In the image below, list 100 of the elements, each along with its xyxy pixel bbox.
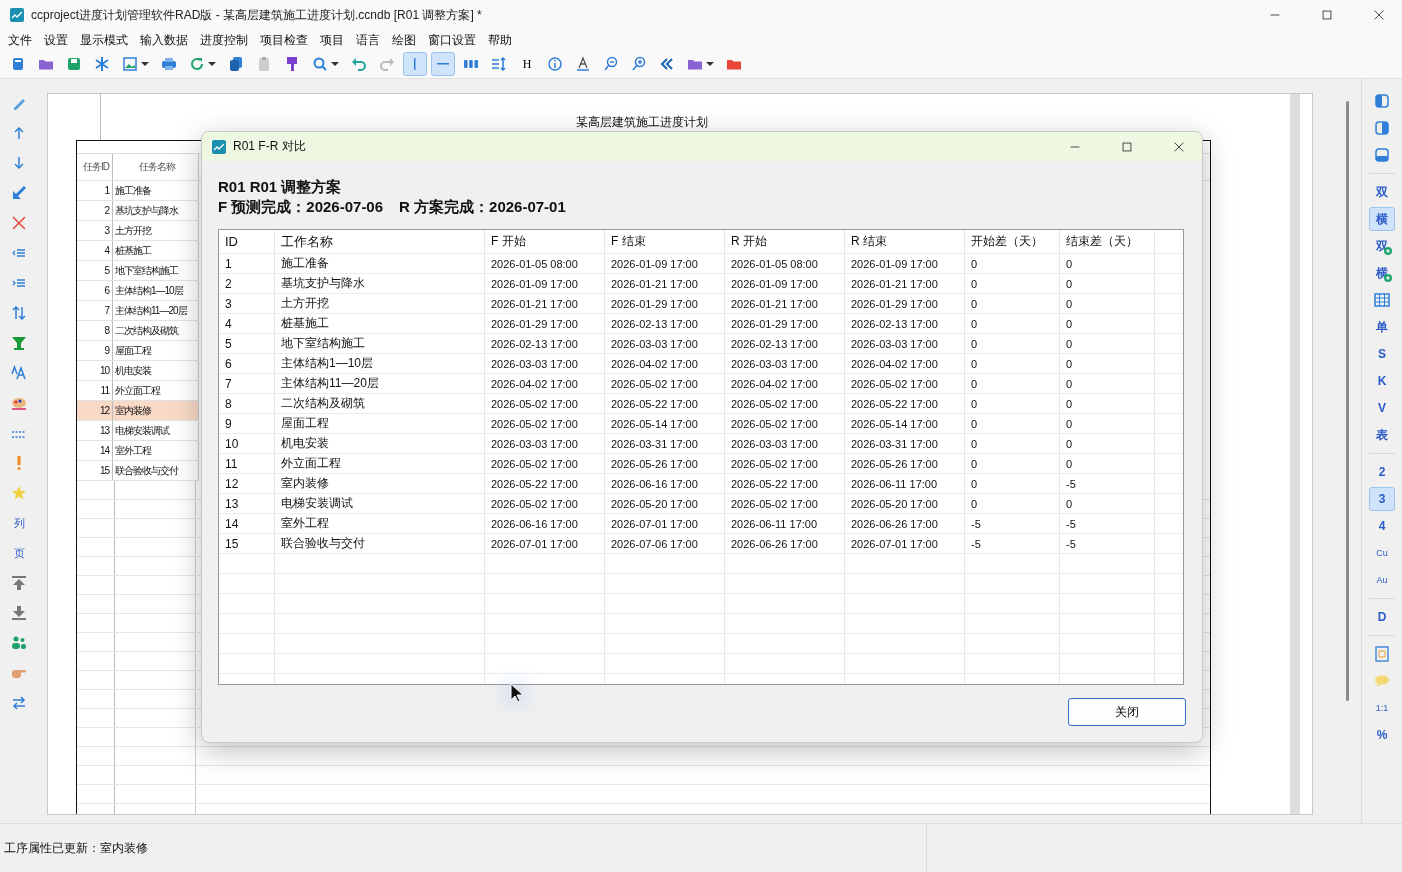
table-cell: 2026-01-29 17:00 xyxy=(845,294,965,313)
menu-item[interactable]: 绘图 xyxy=(386,30,422,50)
table-cell: 机电安装 xyxy=(113,361,199,380)
toolbar-text-button[interactable]: 单 xyxy=(1369,315,1395,339)
panel-bottom-icon xyxy=(1374,147,1390,163)
menu-item[interactable]: 窗口设置 xyxy=(422,30,482,50)
table-cell: 2026-04-02 17:00 xyxy=(725,374,845,393)
table-cell: 2026-03-03 17:00 xyxy=(725,434,845,453)
menu-item[interactable]: 帮助 xyxy=(482,30,518,50)
task-row[interactable]: 2 基坑支护与降水 xyxy=(77,201,199,221)
table-cell: 屋面工程 xyxy=(113,341,199,360)
toolbar-text-button[interactable]: 1:1 xyxy=(1369,696,1395,720)
menu-item[interactable]: 进度控制 xyxy=(194,30,254,50)
status-message: 工序属性已更新：室内装修 xyxy=(4,839,149,857)
menu-item[interactable]: 项目 xyxy=(314,30,350,50)
task-row[interactable]: 6 主体结构1—10层 xyxy=(77,281,199,301)
menu-item[interactable]: 项目检查 xyxy=(254,30,314,50)
toolbar-text-button[interactable]: K xyxy=(1369,369,1395,393)
task-row[interactable]: 13 电梯安装调试 xyxy=(77,421,199,441)
table-cell: 2026-04-02 17:00 xyxy=(605,354,725,373)
table-cell: 2026-02-13 17:00 xyxy=(725,334,845,353)
table-cell: 15 xyxy=(219,534,275,553)
table-cell: 主体结构11—20层 xyxy=(275,374,485,393)
table-cell: 14 xyxy=(219,514,275,533)
toolbar-text-button[interactable]: 4 xyxy=(1369,514,1395,538)
table-cell: 0 xyxy=(965,474,1060,493)
toolbar-text-button[interactable]: % xyxy=(1369,723,1395,747)
menu-item[interactable]: 输入数据 xyxy=(134,30,194,50)
task-row[interactable]: 14 室外工程 xyxy=(77,441,199,461)
table-cell: 2 xyxy=(219,274,275,293)
vertical-line-icon xyxy=(414,58,416,70)
task-row[interactable]: 8 二次结构及砌筑 xyxy=(77,321,199,341)
task-row[interactable]: 5 地下室结构施工 xyxy=(77,261,199,281)
menu-item[interactable]: 显示模式 xyxy=(74,30,134,50)
table-cell: 2026-06-26 17:00 xyxy=(845,514,965,533)
menu-item[interactable]: 语言 xyxy=(350,30,386,50)
move-to-top-icon xyxy=(11,575,27,591)
table-cell: 0 xyxy=(965,454,1060,473)
new-file-icon xyxy=(10,56,26,72)
table-cell: 2026-06-16 17:00 xyxy=(485,514,605,533)
app-logo-icon xyxy=(211,138,227,155)
table-cell: 主体结构1—10层 xyxy=(113,281,199,300)
paste-icon xyxy=(256,56,272,72)
table-cell: 9 xyxy=(219,414,275,433)
toolbar-text-button[interactable]: 表 xyxy=(1369,423,1395,447)
table-cell: 3 xyxy=(77,221,113,240)
redo-icon xyxy=(379,56,395,72)
table-cell: -5 xyxy=(1060,474,1155,493)
toolbar-text-button[interactable]: 横 xyxy=(1369,207,1395,231)
filter-icon xyxy=(11,335,27,351)
table-cell: 0 xyxy=(1060,394,1155,413)
window-title: ccproject进度计划管理软件RAD版 - 某高层建筑施工进度计划.ccndb [R01 调整方案] * xyxy=(31,6,482,24)
table-cell: 2 xyxy=(77,201,113,220)
table-cell: 2026-01-09 17:00 xyxy=(485,274,605,293)
table-cell: 0 xyxy=(965,394,1060,413)
toolbar-text-button[interactable]: Cu xyxy=(1369,541,1395,565)
table-cell: 6 xyxy=(77,281,113,300)
table-cell: 0 xyxy=(1060,414,1155,433)
table-cell: 2026-07-06 17:00 xyxy=(605,534,725,553)
toolbar-text-button[interactable]: D xyxy=(1369,605,1395,629)
toolbar-text-button[interactable]: 列 xyxy=(6,511,32,535)
table-cell: 0 xyxy=(1060,354,1155,373)
completion-date: R 方案完成：2026-07-01 xyxy=(399,197,566,217)
task-row[interactable]: 3 土方开挖 xyxy=(77,221,199,241)
task-row[interactable]: 9 屋面工程 xyxy=(77,341,199,361)
image-icon xyxy=(122,56,138,72)
table-cell: 2026-07-01 17:00 xyxy=(485,534,605,553)
table-cell: 室内装修 xyxy=(113,401,199,420)
scrollbar-thumb[interactable] xyxy=(1345,101,1349,701)
table-cell: 机电安装 xyxy=(275,434,485,453)
speech-bubble-icon xyxy=(1374,673,1390,689)
column-header: F 开始 xyxy=(485,230,605,253)
table-cell: 联合验收与交付 xyxy=(113,461,199,480)
toolbar-text-button[interactable]: 页 xyxy=(6,541,32,565)
toolbar-text-button[interactable]: Au xyxy=(1369,568,1395,592)
table-cell: 0 xyxy=(965,314,1060,333)
table-cell: 2026-04-02 17:00 xyxy=(485,374,605,393)
toolbar-text-button[interactable]: 双 xyxy=(1369,180,1395,204)
toolbar-text-button[interactable]: 2 xyxy=(1369,460,1395,484)
toolbar-text-button[interactable]: V xyxy=(1369,396,1395,420)
close-button[interactable]: 关闭 xyxy=(1068,698,1186,726)
task-row[interactable]: 7 主体结构11—20层 xyxy=(77,301,199,321)
table-cell: 屋面工程 xyxy=(275,414,485,433)
toolbar-text-button[interactable]: S xyxy=(1369,342,1395,366)
table-cell: 0 xyxy=(965,494,1060,513)
table-cell: 11 xyxy=(77,381,113,400)
sort-icon xyxy=(491,56,507,72)
task-row[interactable]: 12 室内装修 xyxy=(77,401,199,421)
menu-item[interactable]: 文件 xyxy=(2,30,38,50)
table-cell: 2026-05-02 17:00 xyxy=(485,454,605,473)
table-cell: 0 xyxy=(1060,254,1155,273)
table-cell: 2026-01-21 17:00 xyxy=(725,294,845,313)
task-row[interactable]: 1 施工准备 xyxy=(77,181,199,201)
task-row[interactable]: 10 机电安装 xyxy=(77,361,199,381)
toolbar-text-button[interactable]: H xyxy=(515,52,539,76)
task-row[interactable]: 4 桩基施工 xyxy=(77,241,199,261)
search-icon xyxy=(312,56,328,72)
menu-item[interactable]: 设置 xyxy=(38,30,74,50)
toolbar-text-button[interactable]: 3 xyxy=(1369,487,1395,511)
table-cell: 1 xyxy=(77,181,113,200)
